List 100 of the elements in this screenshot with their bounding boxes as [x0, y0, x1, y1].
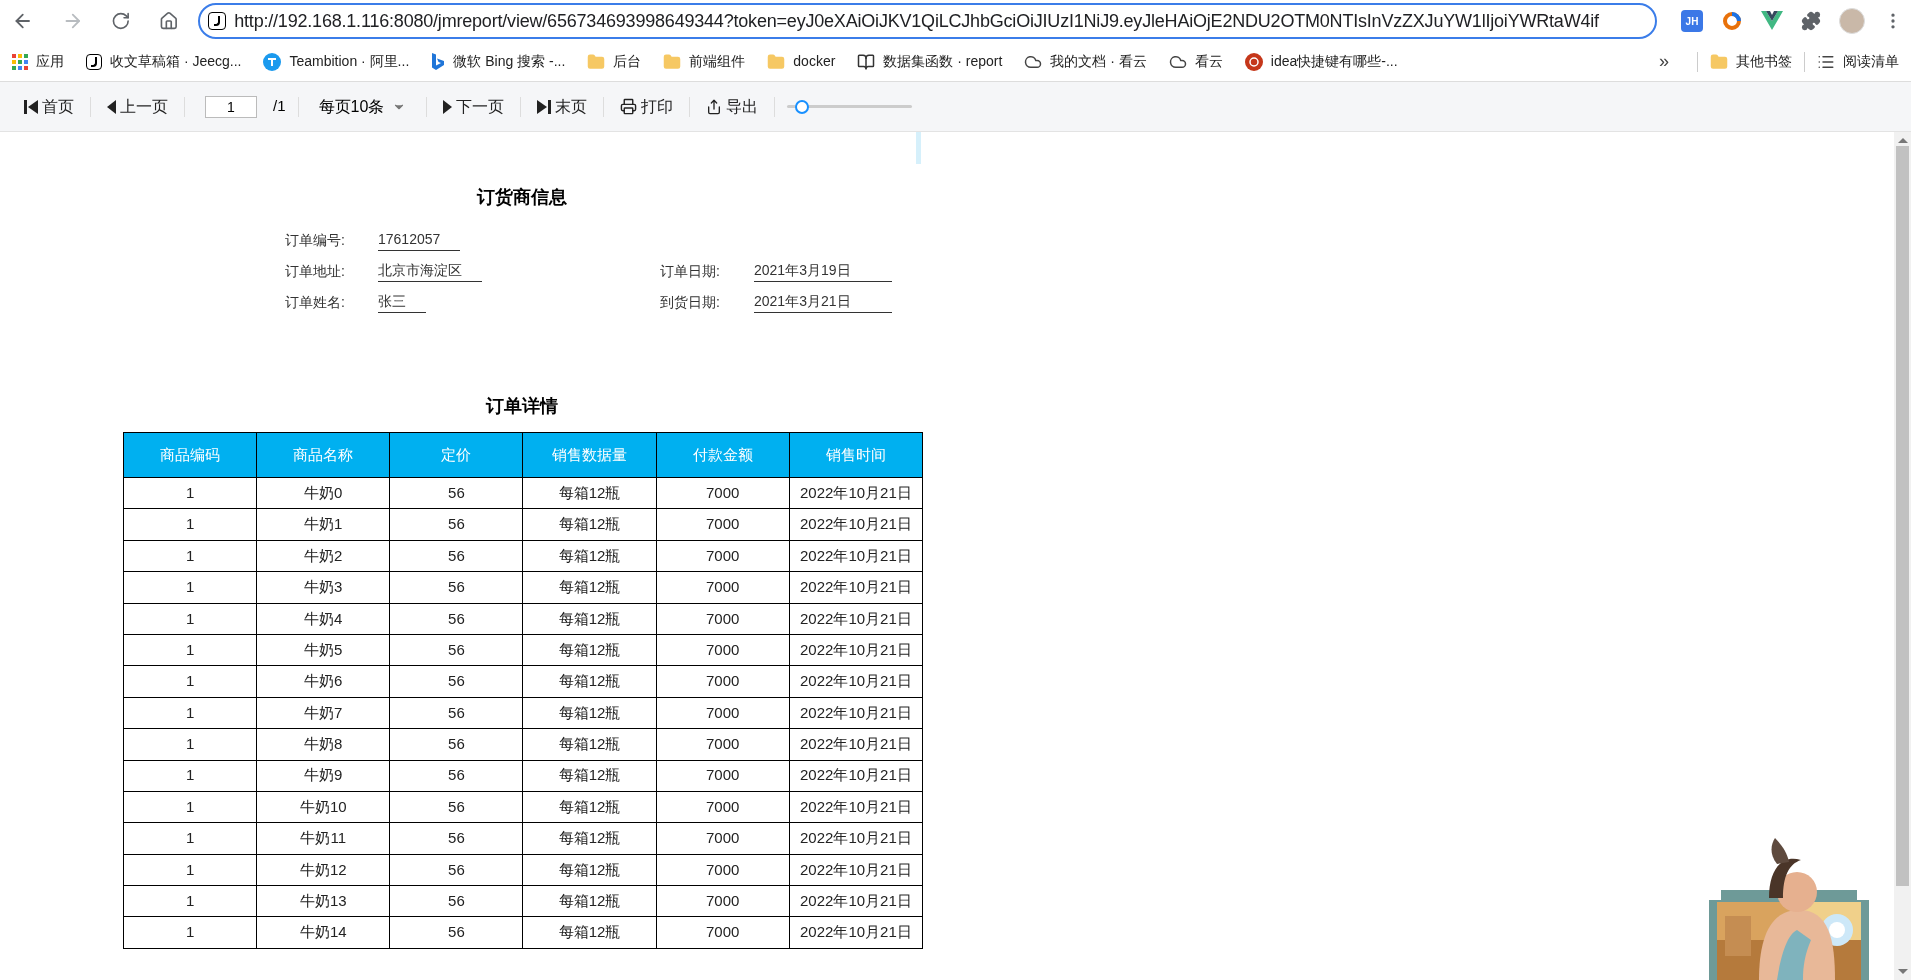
table-cell: 56 [389, 885, 523, 917]
address-bar[interactable]: http://192.168.1.116:8080/jmreport/view/656734693998649344?token=eyJ0eXAiOiJKV1QiLCJhbGciOiJIUzI1NiJ9.eyJleHAiOjE2NDU2OTM0NTIsInVzZXJuYW1lIjoiYWRtaW4if [198, 3, 1657, 39]
zoom-slider[interactable] [787, 98, 913, 115]
field-label: 订单编号: [285, 231, 346, 250]
table-cell: 1 [123, 634, 257, 666]
table-cell: 1 [123, 791, 257, 823]
table-cell: 2022年10月21日 [789, 540, 923, 572]
table-cell: 56 [389, 634, 523, 666]
table-cell: 2022年10月21日 [789, 634, 923, 666]
table-cell: 1 [123, 697, 257, 729]
table-cell: 2022年10月21日 [789, 885, 923, 917]
table-cell: 56 [389, 665, 523, 698]
field-value: 2021年3月19日 [754, 260, 892, 282]
table-cell: 2022年10月21日 [789, 728, 923, 760]
j-logo-icon [208, 12, 227, 30]
ring-icon[interactable] [1721, 10, 1743, 32]
bookmark-link[interactable]: 后台 [587, 51, 642, 72]
field-value: 北京市海淀区 [378, 260, 482, 282]
extension-button[interactable]: JH [1681, 10, 1703, 32]
section-title: 订单详情 [484, 395, 559, 418]
table-cell: 牛奶7 [256, 697, 390, 729]
table-cell: 7000 [656, 603, 790, 635]
table-cell: 56 [389, 916, 523, 949]
table-cell: 7000 [656, 634, 790, 666]
table-cell: 每箱12瓶 [522, 603, 657, 635]
table-cell: 每箱12瓶 [522, 508, 657, 541]
table-cell: 56 [389, 508, 523, 541]
table-cell: 7000 [656, 760, 790, 792]
print-button[interactable]: 打印 [616, 94, 678, 119]
table-cell: 每箱12瓶 [522, 665, 657, 698]
table-cell: 牛奶9 [256, 760, 390, 792]
bookmark-link[interactable]: 我的文档 · 看云 [1024, 51, 1147, 72]
column-header: 销售时间 [789, 432, 923, 478]
export-button[interactable]: 导出 [702, 94, 763, 119]
table-cell: 7000 [656, 822, 790, 855]
more-bookmarks-button[interactable]: » [1659, 48, 1669, 75]
bookmark-link[interactable]: 其他书签 [1710, 51, 1792, 72]
table-cell: 每箱12瓶 [522, 916, 657, 949]
table-cell: 7000 [656, 665, 790, 698]
bookmark-link[interactable]: docker [767, 51, 836, 72]
reload-icon[interactable] [111, 11, 131, 31]
t-circle-icon [263, 52, 282, 71]
table-cell: 7000 [656, 885, 790, 917]
bookmark-link[interactable]: 应用 [12, 51, 64, 72]
bookmark-link[interactable]: 前端组件 [663, 51, 746, 72]
table-cell: 7000 [656, 791, 790, 823]
bookmark-link[interactable]: 看云 [1168, 51, 1223, 72]
column-header: 付款金额 [656, 432, 790, 478]
home-icon[interactable] [158, 11, 179, 31]
last-page-icon [537, 98, 552, 115]
page-size-dropdown[interactable]: 每页10条 [310, 94, 415, 119]
table-cell: 1 [123, 540, 257, 572]
v-logo-icon[interactable] [1761, 11, 1783, 31]
table-cell: 牛奶3 [256, 571, 390, 604]
table-cell: 2022年10月21日 [789, 665, 923, 698]
slider-thumb[interactable] [795, 99, 810, 114]
field-label: 到货日期: [660, 293, 721, 312]
next-page-button[interactable]: 下一页 [439, 94, 509, 119]
first-page-button[interactable]: 首页 [20, 94, 78, 119]
column-header: 商品编码 [123, 432, 257, 478]
table-cell: 7000 [656, 540, 790, 572]
table-cell: 牛奶4 [256, 603, 390, 635]
bookmark-link[interactable]: idea快捷键有哪些-... [1244, 51, 1398, 72]
b-logo-icon [431, 52, 446, 71]
bookmark-link[interactable]: Teambition · 阿里... [263, 51, 410, 72]
folder-icon [587, 52, 606, 71]
folder-icon [663, 52, 682, 71]
bookmark-link[interactable]: 微软 Bing 搜索 -... [431, 51, 566, 72]
column-header: 销售数据量 [522, 432, 657, 478]
export-icon [706, 98, 723, 115]
table-cell: 1 [123, 885, 257, 917]
table-cell: 7000 [656, 571, 790, 604]
table-cell: 牛奶2 [256, 540, 390, 572]
prev-page-button[interactable]: 上一页 [103, 94, 172, 119]
bookmark-link[interactable]: 收文草稿箱 · Jeecg... [86, 51, 242, 72]
field-value: 17612057 [378, 229, 461, 251]
folder-icon [1710, 52, 1728, 71]
apps-grid-icon [12, 53, 28, 70]
table-cell: 每箱12瓶 [522, 540, 657, 572]
page-number-field[interactable]: 1 [205, 95, 257, 118]
last-page-button[interactable]: 末页 [533, 94, 592, 119]
table-cell: 1 [123, 854, 257, 886]
table-cell: 56 [389, 571, 523, 604]
table-cell: 7000 [656, 854, 790, 886]
table-cell: 每箱12瓶 [522, 728, 657, 760]
table-cell: 56 [389, 791, 523, 823]
table-cell: 7000 [656, 728, 790, 760]
table-cell: 2022年10月21日 [789, 916, 923, 949]
table-cell: 每箱12瓶 [522, 477, 657, 509]
bookmark-link[interactable]: 阅读清单 [1817, 51, 1899, 72]
table-cell: 2022年10月21日 [789, 477, 923, 509]
table-cell: 2022年10月21日 [789, 854, 923, 886]
bookmark-link[interactable]: 数据集函数 · report [857, 51, 1003, 72]
table-cell: 牛奶1 [256, 508, 390, 541]
table-cell: 1 [123, 571, 257, 604]
extensions-icon[interactable] [1801, 11, 1821, 31]
table-cell: 每箱12瓶 [522, 634, 657, 666]
table-cell: 每箱12瓶 [522, 822, 657, 855]
table-cell: 56 [389, 760, 523, 792]
table-cell: 1 [123, 665, 257, 698]
